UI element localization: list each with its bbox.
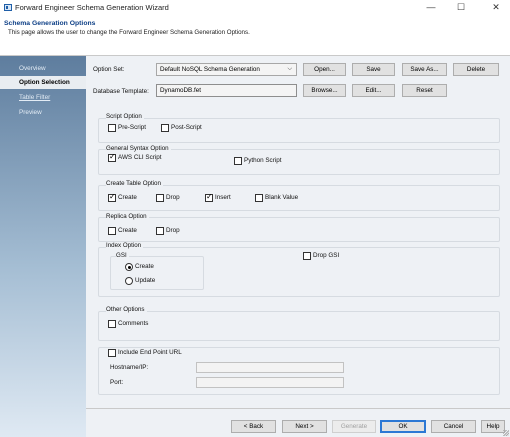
insert-label: Insert: [215, 194, 231, 201]
step-preview[interactable]: Preview: [0, 106, 86, 119]
page-subtitle: This page allows the user to change the …: [8, 29, 250, 36]
syntax-option-group: [98, 149, 500, 175]
other-options-group: [98, 311, 500, 341]
back-button[interactable]: < Back: [231, 420, 276, 433]
pre-script-checkbox[interactable]: [108, 124, 116, 132]
drop-table-label: Drop: [166, 194, 180, 201]
replica-drop-label: Drop: [166, 227, 180, 234]
database-template-label: Database Template:: [93, 88, 149, 95]
resize-grip-icon[interactable]: [503, 430, 509, 436]
aws-cli-label: AWS CLI Script: [118, 154, 162, 161]
ok-button[interactable]: OK: [380, 420, 426, 433]
step-table-filter[interactable]: Table Filter: [0, 91, 86, 104]
gsi-group: [110, 256, 204, 290]
options-panel: Option Set: Default NoSQL Schema Generat…: [86, 56, 510, 437]
include-endpoint-label: Include End Point URL: [118, 349, 182, 356]
drop-table-checkbox[interactable]: [156, 194, 164, 202]
blank-value-label: Blank Value: [265, 194, 299, 201]
comments-checkbox[interactable]: [108, 320, 116, 328]
insert-checkbox[interactable]: [205, 192, 213, 202]
generate-button[interactable]: Generate: [332, 420, 376, 433]
hostname-input[interactable]: [196, 362, 344, 373]
create-table-checkbox[interactable]: [108, 192, 116, 202]
database-template-field[interactable]: DynamoDB.fet: [156, 84, 297, 97]
window-title: Forward Engineer Schema Generation Wizar…: [15, 3, 169, 12]
post-script-checkbox[interactable]: [161, 124, 169, 132]
save-as-button[interactable]: Save As...: [402, 63, 447, 76]
reset-button[interactable]: Reset: [402, 84, 447, 97]
wizard-steps-sidebar: Overview Option Selection Table Filter P…: [0, 56, 86, 437]
browse-button[interactable]: Browse...: [303, 84, 346, 97]
port-label: Port:: [110, 379, 124, 386]
wizard-footer: < Back Next > Generate OK Cancel Help: [86, 408, 510, 437]
edit-button[interactable]: Edit...: [352, 84, 395, 97]
python-script-label: Python Script: [244, 157, 282, 164]
step-overview[interactable]: Overview: [0, 62, 86, 75]
port-input[interactable]: [196, 377, 344, 388]
other-options-title: Other Options: [106, 306, 147, 313]
cancel-button[interactable]: Cancel: [431, 420, 476, 433]
close-button[interactable]: ✕: [485, 1, 507, 14]
option-set-select[interactable]: Default NoSQL Schema Generation ⌵: [156, 63, 297, 76]
comments-label: Comments: [118, 320, 149, 327]
script-option-title: Script Option: [106, 113, 144, 120]
drop-gsi-label: Drop GSI: [313, 252, 340, 259]
chevron-down-icon: ⌵: [287, 66, 292, 72]
option-set-value: Default NoSQL Schema Generation: [160, 66, 260, 73]
aws-cli-checkbox[interactable]: [108, 152, 116, 162]
app-window-icon: [4, 4, 12, 11]
replica-create-label: Create: [118, 227, 137, 234]
minimize-button[interactable]: —: [420, 1, 442, 14]
gsi-create-label: Create: [135, 263, 154, 270]
title-bar: Forward Engineer Schema Generation Wizar…: [0, 0, 510, 16]
post-script-label: Post-Script: [171, 124, 202, 131]
replica-drop-checkbox[interactable]: [156, 227, 164, 235]
drop-gsi-checkbox[interactable]: [303, 252, 311, 260]
script-option-group: [98, 118, 500, 143]
open-button[interactable]: Open...: [303, 63, 346, 76]
gsi-create-radio[interactable]: [125, 263, 133, 271]
blank-value-checkbox[interactable]: [255, 194, 263, 202]
include-endpoint-checkbox[interactable]: [108, 349, 116, 357]
next-button[interactable]: Next >: [282, 420, 327, 433]
python-script-checkbox[interactable]: [234, 157, 242, 165]
pre-script-label: Pre-Script: [118, 124, 146, 131]
create-table-title: Create Table Option: [106, 180, 163, 187]
gsi-update-label: Update: [135, 277, 156, 284]
option-set-label: Option Set:: [93, 66, 125, 73]
syntax-option-title: General Syntax Option: [106, 145, 171, 152]
delete-button[interactable]: Delete: [453, 63, 499, 76]
wizard-header: Schema Generation Options This page allo…: [0, 16, 510, 56]
replica-create-checkbox[interactable]: [108, 227, 116, 235]
step-option-selection[interactable]: Option Selection: [0, 76, 86, 89]
help-button[interactable]: Help: [481, 420, 505, 433]
page-title: Schema Generation Options: [4, 20, 96, 27]
gsi-update-radio[interactable]: [125, 277, 133, 285]
index-option-title: Index Option: [106, 242, 144, 249]
create-table-label: Create: [118, 194, 137, 201]
save-button[interactable]: Save: [352, 63, 395, 76]
replica-option-title: Replica Option: [106, 213, 149, 220]
gsi-title: GSI: [116, 252, 129, 259]
hostname-label: Hostname/IP:: [110, 364, 149, 371]
maximize-button[interactable]: ☐: [450, 1, 472, 14]
